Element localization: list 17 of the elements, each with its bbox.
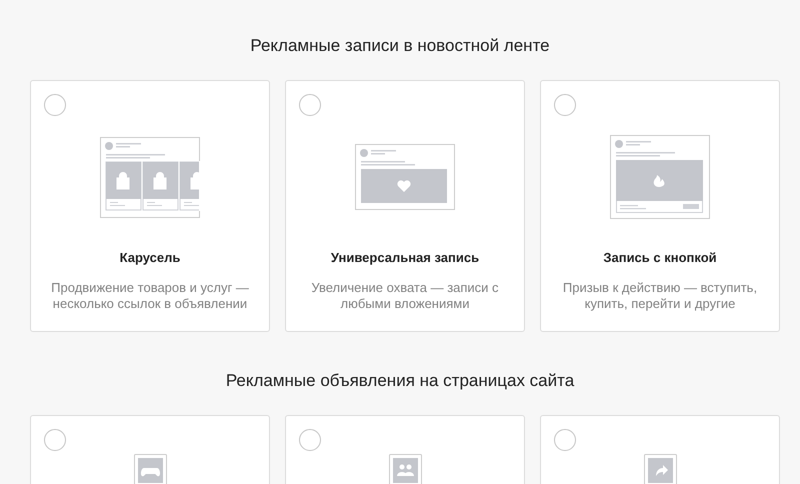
ad-format-card[interactable]: Универсальная запись Увеличение охвата — записи с любыми вложениями xyxy=(285,80,525,332)
radio-button[interactable] xyxy=(299,94,321,116)
radio-button[interactable] xyxy=(44,94,66,116)
radio-button[interactable] xyxy=(554,429,576,451)
section-title: Рекламные объявления на страницах сайта xyxy=(224,370,576,392)
card-description: Продвижение товаров и услуг — несколько ссылок в объявлении xyxy=(50,280,250,312)
card-title: Универсальная запись xyxy=(330,249,480,267)
radio-button[interactable] xyxy=(299,429,321,451)
card-description: Призыв к действию — вступить, купить, перейти и другие xyxy=(562,280,758,312)
ad-format-card[interactable]: Запись с кнопкой Призыв к действию — вступить, купить, перейти и другие xyxy=(540,80,780,332)
radio-button[interactable] xyxy=(554,94,576,116)
card-title: Запись с кнопкой xyxy=(603,249,717,267)
ad-format-card[interactable]: Карусель Продвижение товаров и услуг — несколько ссылок в объявлении xyxy=(30,80,270,332)
radio-button[interactable] xyxy=(44,429,66,451)
section-title: Рекламные записи в новостной ленте xyxy=(249,35,551,57)
card-title: Карусель xyxy=(120,249,180,267)
card-description: Увеличение охвата — записи с любыми вложениями xyxy=(310,280,500,312)
